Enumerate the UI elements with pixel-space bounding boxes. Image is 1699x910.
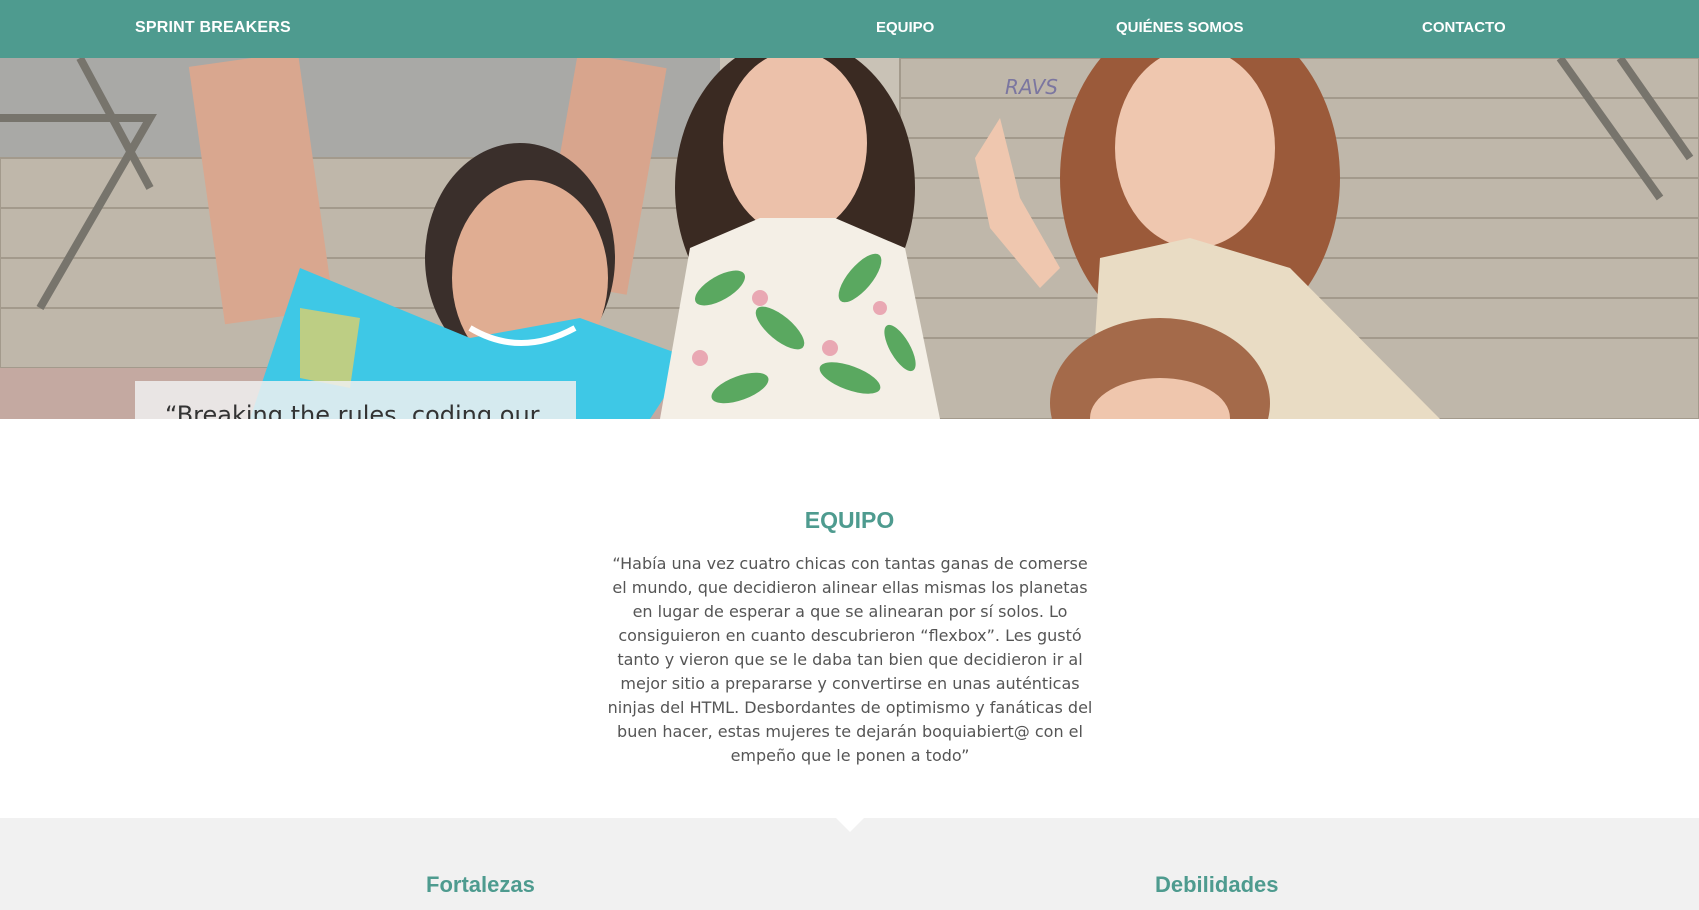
brand-logo-link[interactable]: SPRINT BREAKERS [135,19,291,37]
debilidades-heading: Debilidades [1155,872,1279,897]
swot-section: Fortalezas Debilidades [0,818,1699,910]
fortalezas-heading: Fortalezas [426,872,535,897]
equipo-section: EQUIPO “Había una vez cuatro chicas con … [0,419,1699,818]
equipo-description: “Había una vez cuatro chicas con tantas … [607,554,1093,765]
hero-quote-box: “Breaking the rules, coding our own” [135,381,576,419]
hero-quote: “Breaking the rules, coding our own” [165,401,540,419]
top-navbar: SPRINT BREAKERS EQUIPO QUIÉNES SOMOS CON… [0,0,1699,58]
section-arrow-divider [836,818,864,832]
nav-link-quienes-somos[interactable]: QUIÉNES SOMOS [1116,19,1244,36]
svg-text:RAVS: RAVS [1005,75,1058,99]
nav-link-equipo[interactable]: EQUIPO [876,19,934,36]
hero-banner: RAVS “Breaking the rules, coding our [0,58,1699,419]
equipo-heading: EQUIPO [804,507,895,533]
hero-photo: RAVS [0,58,1699,419]
nav-link-contacto[interactable]: CONTACTO [1422,19,1506,36]
